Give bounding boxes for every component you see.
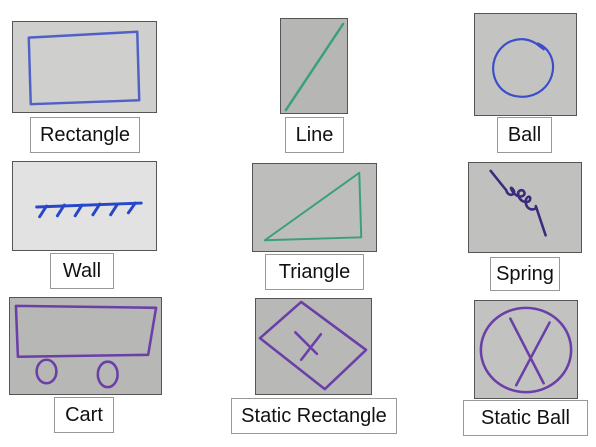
cart-sketch-icon xyxy=(10,298,161,394)
static-rectangle-sketch-icon xyxy=(256,299,371,394)
spring-sketch-icon xyxy=(469,163,581,252)
item-label-cart: Cart xyxy=(54,397,114,433)
cart-sketch-photo xyxy=(9,297,162,395)
ball-sketch-icon xyxy=(475,14,576,115)
item-label-static-ball: Static Ball xyxy=(463,400,588,436)
item-label-wall: Wall xyxy=(50,253,114,289)
static-ball-sketch-photo xyxy=(474,300,578,399)
static-rectangle-sketch-photo xyxy=(255,298,372,395)
ball-sketch-photo xyxy=(474,13,577,116)
item-label-triangle: Triangle xyxy=(265,254,364,290)
static-ball-sketch-icon xyxy=(475,301,577,398)
item-label-spring: Spring xyxy=(490,257,560,291)
item-label-line: Line xyxy=(285,117,344,153)
triangle-sketch-icon xyxy=(253,164,376,251)
wall-sketch-photo xyxy=(12,161,157,251)
item-label-rectangle: Rectangle xyxy=(30,117,140,153)
item-label-ball: Ball xyxy=(497,117,552,153)
triangle-sketch-photo xyxy=(252,163,377,252)
rectangle-sketch-photo xyxy=(12,21,157,113)
wall-sketch-icon xyxy=(13,162,156,250)
line-sketch-photo xyxy=(280,18,348,114)
line-sketch-icon xyxy=(281,19,347,113)
rectangle-sketch-icon xyxy=(13,22,156,112)
spring-sketch-photo xyxy=(468,162,582,253)
item-label-static-rectangle: Static Rectangle xyxy=(231,398,397,434)
